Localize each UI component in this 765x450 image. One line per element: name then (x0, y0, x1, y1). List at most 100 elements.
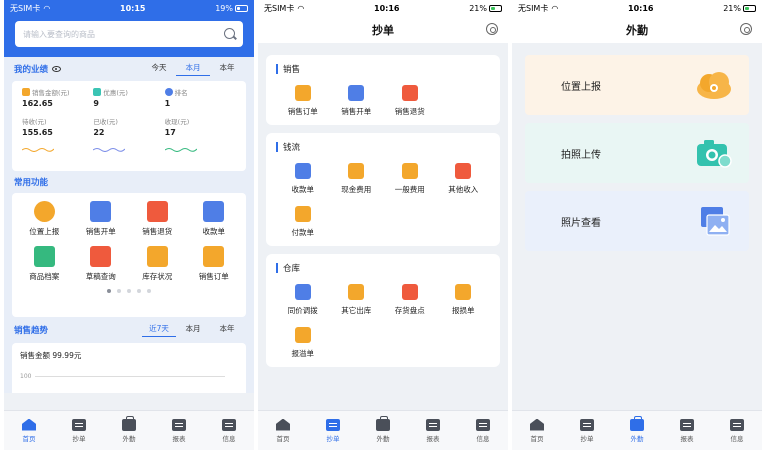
sales-amount-label: 销售金额 99.99元 (20, 351, 82, 360)
nav-report[interactable]: 报表 (662, 411, 712, 450)
metric-label: 已收(元) (93, 118, 118, 126)
nav-home[interactable]: 首页 (4, 411, 54, 450)
item-label: 现金费用 (341, 185, 372, 194)
nav-field[interactable]: 外勤 (358, 411, 408, 450)
nav-report[interactable]: 报表 (154, 411, 204, 450)
nav-home[interactable]: 首页 (258, 411, 308, 450)
factory-icon (455, 163, 472, 179)
nav-label: 抄单 (72, 434, 86, 443)
briefcase-icon (630, 415, 644, 431)
sales-trend-title: 销售趋势 (14, 326, 49, 336)
nav-label: 抄单 (580, 434, 594, 443)
nav-field[interactable]: 外勤 (612, 411, 662, 450)
loss-icon (455, 284, 472, 300)
home-icon (276, 418, 290, 431)
eye-icon[interactable] (52, 66, 62, 72)
metric-rank: 排名 1 (164, 87, 236, 108)
item-label: 销售订单 (287, 107, 318, 116)
func-sales-return[interactable]: 销售退货 (129, 201, 186, 237)
drafts-box-icon (90, 246, 112, 267)
card-location-report[interactable]: 位置上报 (525, 55, 749, 115)
chart-doc-icon (348, 85, 365, 101)
tab-this-month[interactable]: 本月 (176, 62, 210, 76)
battery-icon (234, 4, 248, 12)
nav-info[interactable]: 信息 (712, 411, 762, 450)
item-cash-expense[interactable]: 现金费用 (330, 163, 384, 195)
nav-home[interactable]: 首页 (512, 411, 562, 450)
item-general-expense[interactable]: 一般费用 (383, 163, 437, 195)
tab-last-7-days[interactable]: 近7天 (142, 323, 176, 337)
clock-text: 10:16 (628, 3, 654, 13)
func-receipt[interactable]: 收款单 (186, 201, 243, 237)
carrier-text: 无SIM卡 (10, 3, 41, 13)
metric-value: 162.65 (22, 99, 53, 108)
item-label: 付款单 (291, 228, 315, 237)
item-loss-report[interactable]: 报损单 (437, 284, 491, 316)
item-other-income[interactable]: 其他收入 (437, 163, 491, 195)
sales-trend-header: 销售趋势 近7天 本月 本年 (12, 317, 246, 343)
nav-copy[interactable]: 抄单 (54, 411, 104, 450)
nav-label: 信息 (222, 434, 236, 443)
tab-trend-year[interactable]: 本年 (210, 323, 244, 337)
func-product-archive[interactable]: 商品档案 (16, 246, 73, 282)
item-same-price-transfer[interactable]: 同价调拨 (276, 284, 330, 316)
report-icon (680, 418, 694, 431)
func-label: 库存状况 (142, 272, 173, 281)
card-photo-view[interactable]: 照片查看 (525, 191, 749, 251)
item-label: 报损单 (452, 306, 475, 315)
battery-text: 21% (469, 3, 487, 13)
wave-decoration (21, 148, 55, 152)
settings-gear-icon[interactable] (486, 23, 498, 35)
metric-label: 排名 (174, 89, 188, 97)
house-icon (348, 284, 365, 300)
metric-received: 已收(元) 22 (93, 116, 164, 156)
nav-label: 外勤 (630, 434, 644, 443)
nav-label: 信息 (476, 434, 490, 443)
func-sales-bill[interactable]: 销售开单 (73, 201, 130, 237)
tab-trend-month[interactable]: 本月 (176, 323, 210, 337)
search-input[interactable]: 请输入要查询的商品 (15, 21, 243, 47)
copy-header: 无SIM卡 ◠ 10:16 21% 抄单 (258, 0, 508, 43)
nav-copy[interactable]: 抄单 (562, 411, 612, 450)
settings-gear-icon[interactable] (740, 23, 752, 35)
nav-report[interactable]: 报表 (408, 411, 458, 450)
item-overflow-report[interactable]: 报溢单 (276, 327, 330, 359)
status-bar: 无SIM卡 ◠ 10:15 19% (4, 0, 254, 16)
card-photo-upload[interactable]: 拍照上传 (525, 123, 749, 183)
func-sales-order[interactable]: 销售订单 (186, 246, 243, 282)
home-screen: 无SIM卡 ◠ 10:15 19% 请输入要查询的商品 我的业绩 今天 本月 本年 (4, 0, 254, 450)
tab-this-year[interactable]: 本年 (210, 62, 244, 76)
card-label: 位置上报 (561, 81, 601, 93)
item-receipt[interactable]: 收款单 (276, 163, 330, 195)
func-draft-query[interactable]: 草稿查询 (73, 246, 130, 282)
bottom-nav: 首页 抄单 外勤 报表 信息 (512, 410, 762, 450)
field-screen: 无SIM卡 ◠ 10:16 21% 外勤 位置上报 拍照上传 照片查看 首页 抄… (512, 0, 762, 450)
item-sales-order[interactable]: 销售订单 (276, 85, 330, 117)
item-other-outbound[interactable]: 其它出库 (330, 284, 384, 316)
item-payment[interactable]: 付款单 (276, 206, 330, 238)
card-label: 拍照上传 (561, 149, 601, 161)
item-stock-count[interactable]: 存货盘点 (383, 284, 437, 316)
metric-value: 9 (93, 99, 99, 108)
boxes-icon (401, 284, 418, 300)
copy-icon (72, 418, 86, 431)
nav-info[interactable]: 信息 (458, 411, 508, 450)
search-icon[interactable] (223, 27, 237, 41)
item-sales-return[interactable]: 销售退货 (383, 85, 437, 117)
tab-today[interactable]: 今天 (142, 62, 176, 76)
return-doc-icon (146, 201, 168, 222)
home-icon (22, 418, 36, 431)
func-inventory-status[interactable]: 库存状况 (129, 246, 186, 282)
func-label: 收款单 (202, 227, 226, 236)
wifi-icon: ◠ (297, 3, 305, 13)
func-location-report[interactable]: 位置上报 (16, 201, 73, 237)
cloud-location-icon (695, 69, 733, 101)
metric-pending: 待收(元) 155.65 (21, 116, 93, 156)
nav-field[interactable]: 外勤 (104, 411, 154, 450)
nav-copy[interactable]: 抄单 (308, 411, 358, 450)
item-sales-bill[interactable]: 销售开单 (330, 85, 384, 117)
nav-info[interactable]: 信息 (204, 411, 254, 450)
sales-trend-chart: 销售金额 99.99元 100 (12, 343, 246, 393)
metric-sales-amount: 销售金额(元) 162.65 (22, 87, 93, 108)
